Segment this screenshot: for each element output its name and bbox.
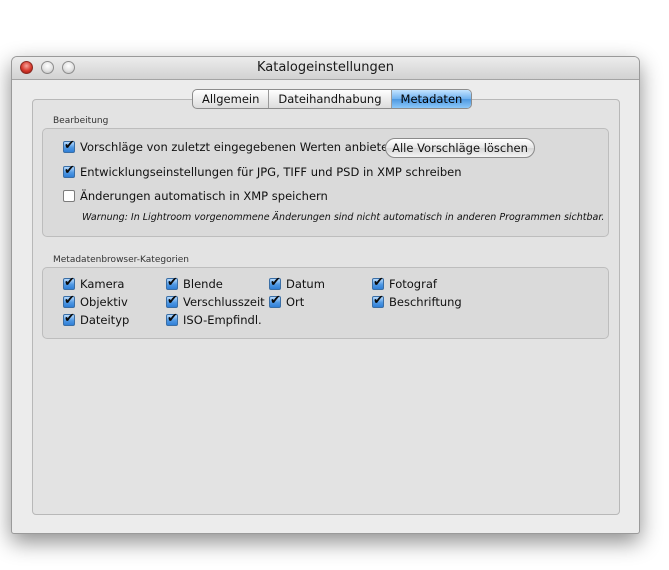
editing-section-label: Bearbeitung [53, 116, 109, 126]
category-lens-checkbox[interactable]: ✔ [63, 293, 75, 308]
clear-all-suggestions-button[interactable]: Alle Vorschläge löschen [385, 138, 535, 158]
check-icon: ✔ [64, 311, 75, 326]
category-filetype-label: Dateityp [80, 313, 130, 327]
category-photographer-checkbox[interactable]: ✔ [372, 275, 384, 290]
suggest-recent-values-label: Vorschläge von zuletzt eingegebenen Wert… [80, 140, 396, 154]
check-icon: ✔ [64, 163, 75, 178]
check-icon: ✔ [373, 275, 384, 290]
category-camera-label: Kamera [80, 277, 125, 291]
title-bar[interactable]: Katalogeinstellungen [12, 57, 639, 80]
check-icon: ✔ [64, 293, 75, 308]
category-lens-label: Objektiv [80, 295, 128, 309]
write-develop-settings-xmp-checkbox[interactable]: ✔ [63, 163, 75, 178]
category-location-checkbox[interactable]: ✔ [269, 293, 281, 308]
category-caption-label: Beschriftung [389, 295, 462, 309]
category-shutter-speed-checkbox[interactable]: ✔ [166, 293, 178, 308]
auto-write-xmp-label: Änderungen automatisch in XMP speichern [80, 189, 328, 203]
check-icon: ✔ [167, 311, 178, 326]
window-title: Katalogeinstellungen [256, 60, 395, 75]
xmp-warning-text: Warnung: In Lightroom vorgenommene Änder… [82, 212, 605, 223]
category-caption-checkbox[interactable]: ✔ [372, 293, 384, 308]
category-date-checkbox[interactable]: ✔ [269, 275, 281, 290]
category-iso-checkbox[interactable]: ✔ [166, 311, 178, 326]
category-filetype-checkbox[interactable]: ✔ [63, 311, 75, 326]
check-icon: ✔ [167, 275, 178, 290]
catalog-settings-window: Katalogeinstellungen Allgemein Dateihand… [11, 56, 640, 534]
category-location-label: Ort [286, 295, 305, 309]
category-aperture-label: Blende [183, 277, 223, 291]
tab-bar: Allgemein Dateihandhabung Metadaten [192, 89, 473, 109]
browser-categories-section-label: Metadatenbrowser-Kategorien [53, 255, 190, 265]
check-icon: ✔ [270, 275, 281, 290]
auto-write-xmp-checkbox[interactable] [63, 190, 75, 202]
category-shutter-speed-label: Verschlusszeit [183, 295, 265, 309]
category-camera-checkbox[interactable]: ✔ [63, 275, 75, 290]
write-develop-settings-xmp-label: Entwicklungseinstellungen für JPG, TIFF … [80, 165, 462, 179]
check-icon: ✔ [270, 293, 281, 308]
category-aperture-checkbox[interactable]: ✔ [166, 275, 178, 290]
check-icon: ✔ [373, 293, 384, 308]
category-photographer-label: Fotograf [389, 277, 437, 291]
check-icon: ✔ [167, 293, 178, 308]
suggest-recent-values-checkbox[interactable]: ✔ [63, 138, 75, 153]
tab-dateihandhabung[interactable]: Dateihandhabung [269, 90, 392, 108]
tab-allgemein[interactable]: Allgemein [193, 90, 270, 108]
tab-metadaten[interactable]: Metadaten [391, 90, 472, 108]
category-iso-label: ISO-Empfindl. [183, 313, 262, 327]
check-icon: ✔ [64, 138, 75, 153]
check-icon: ✔ [64, 275, 75, 290]
category-date-label: Datum [286, 277, 325, 291]
